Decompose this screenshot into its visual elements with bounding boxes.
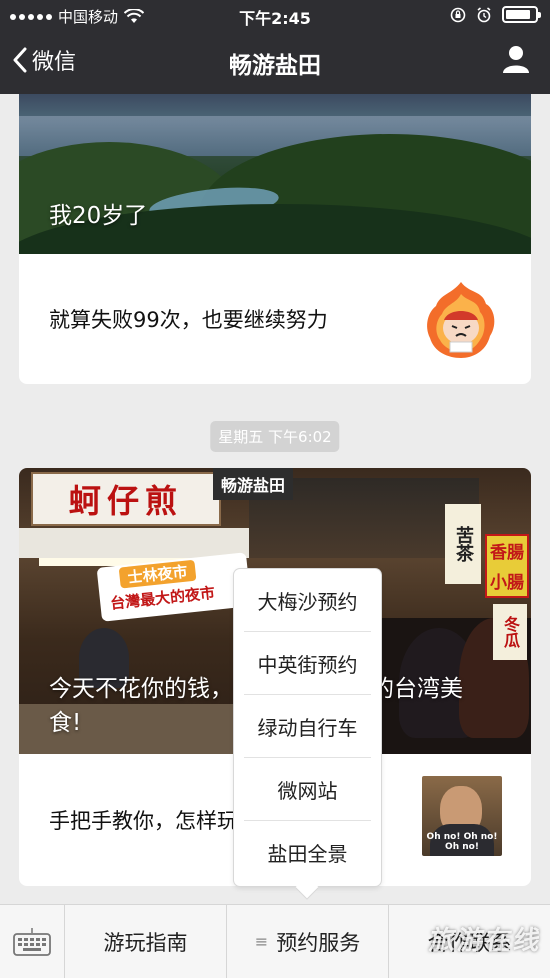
article-thumbnail [420,278,502,360]
menu-item-bike-rental[interactable]: 绿动自行车 [244,695,371,758]
watermark: 旅游在线 [427,926,544,956]
shop-sign: 苦茶 [445,504,481,584]
menu-item-micro-site[interactable]: 微网站 [244,758,371,821]
menu-item-dameisha-booking[interactable]: 大梅沙预约 [244,569,371,632]
profile-button[interactable] [502,44,530,78]
keyboard-toggle-button[interactable] [0,905,65,978]
battery-icon [502,6,541,23]
rotation-lock-icon [450,7,466,22]
status-bar: 中国移动 下午2:45 [0,0,550,32]
alarm-icon [477,6,491,22]
status-right [450,6,541,23]
tab-booking-service[interactable]: ≡ 预约服务 [227,905,389,978]
keyboard-icon [13,927,51,956]
navigation-bar: 微信 畅游盐田 [0,36,550,88]
article-cover-image[interactable]: 我20岁了 [19,94,531,254]
tab-label: 预约服务 [276,930,361,955]
top-bar: 中国移动 下午2:45 微信 畅游盐田 [0,0,550,94]
hamburger-icon: ≡ [254,932,269,951]
page-title: 畅游盐田 [229,53,321,79]
shop-sign: 香腸小腸 [485,534,529,598]
brand-tag: 畅游盐田 [213,468,294,500]
shop-sign: 冬瓜 [493,604,527,660]
tab-travel-guide[interactable]: 游玩指南 [65,905,227,978]
tab-label: 游玩指南 [103,930,188,955]
person-icon [503,46,529,73]
article-card[interactable]: 我20岁了 就算失败99次，也要继续努力 [19,94,531,384]
article-thumbnail: Oh no! Oh no! Oh no! [422,776,502,856]
message-timestamp: 星期五 下午6:02 [210,421,340,452]
fire-face-sticker-icon [427,282,495,358]
stall-roof-shape [19,528,249,558]
service-popup-menu: 大梅沙预约 中英街预约 绿动自行车 微网站 盐田全景 [234,569,381,886]
stall-sign: 蚵仔煎 [31,472,221,526]
thumbnail-caption: Oh no! Oh no! Oh no! [426,832,498,852]
article-title: 我20岁了 [49,203,148,229]
article-subtitle: 就算失败99次，也要继续努力 [49,308,328,332]
menu-item-zhongyingjie-booking[interactable]: 中英街预约 [244,632,371,695]
article-sub-row[interactable]: 就算失败99次，也要继续努力 [19,254,531,384]
menu-item-panorama[interactable]: 盐田全景 [244,821,371,884]
